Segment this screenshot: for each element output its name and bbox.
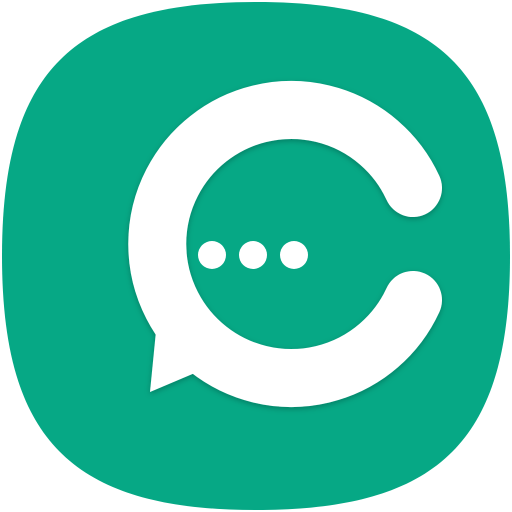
typing-dot bbox=[280, 241, 308, 269]
app-icon[interactable] bbox=[0, 0, 512, 512]
typing-dot bbox=[198, 241, 226, 269]
app-icon-canvas bbox=[0, 0, 512, 512]
typing-dots bbox=[198, 241, 308, 269]
typing-dot bbox=[239, 241, 267, 269]
